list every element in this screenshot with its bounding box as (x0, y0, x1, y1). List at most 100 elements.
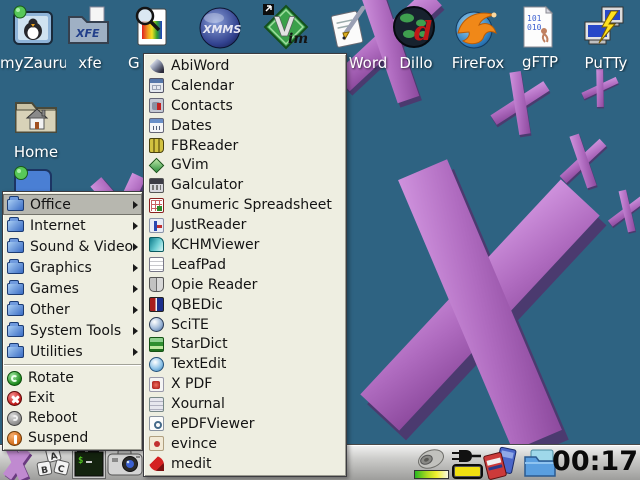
desktop-icon-abiword[interactable] (324, 3, 372, 51)
menu-item-label: AbiWord (171, 58, 229, 74)
image-viewer-icon (128, 3, 176, 51)
desktop-icon-label-putty: PuTTy (576, 54, 636, 72)
menu-item-label: Galculator (171, 177, 243, 193)
calendar-icon (149, 78, 164, 93)
menu-category-graphics[interactable]: Graphics (3, 257, 142, 278)
menu-category-utilities[interactable]: Utilities (3, 341, 142, 362)
menu-action-label: Reboot (28, 410, 77, 426)
desktop-icon-putty[interactable] (580, 3, 628, 51)
menu-item-dates[interactable]: Dates (144, 116, 346, 136)
taskbar-terminal-button[interactable]: $ (72, 446, 106, 480)
taskbar-keyboard-button[interactable]: A B C (35, 447, 73, 480)
submenu-arrow-icon (133, 285, 138, 293)
desktop-icon-partial[interactable] (12, 166, 54, 192)
xfe-icon: XFE (64, 3, 112, 51)
folder-icon (7, 241, 24, 253)
menu-category-system-tools[interactable]: System Tools (3, 320, 142, 341)
menu-item-scite[interactable]: SciTE (144, 315, 346, 335)
leafpad-notepad-icon (149, 257, 164, 272)
menu-action-suspend[interactable]: Suspend (3, 428, 142, 448)
submenu-arrow-icon (133, 327, 138, 335)
battery-level-bar[interactable] (452, 464, 483, 479)
menu-action-label: Suspend (28, 430, 88, 446)
desktop-icon-image-viewer[interactable] (128, 3, 176, 51)
contacts-icon (149, 98, 164, 113)
textedit-icon (149, 357, 164, 372)
menu-item-galculator[interactable]: Galculator (144, 175, 346, 195)
volume-level-bar[interactable] (414, 470, 449, 479)
desktop: XFE XMMS V im (0, 0, 640, 480)
menu-action-reboot[interactable]: Reboot (3, 408, 142, 428)
desktop-icon-label-home: Home (6, 143, 66, 161)
exit-icon (7, 391, 22, 406)
menu-category-label: Sound & Video (30, 239, 133, 255)
menu-item-contacts[interactable]: Contacts (144, 96, 346, 116)
menu-item-label: X PDF (171, 376, 212, 392)
taskbar-screenshot-button[interactable] (106, 449, 144, 480)
folder-icon (7, 346, 24, 358)
menu-item-gnumeric[interactable]: Gnumeric Spreadsheet (144, 195, 346, 215)
menu-action-rotate[interactable]: Rotate (3, 368, 142, 388)
calculator-icon (149, 178, 164, 193)
menu-item-label: QBEDic (171, 297, 223, 313)
gftp-icon: 101 010 (514, 3, 562, 51)
menu-item-stardict[interactable]: StarDict (144, 334, 346, 354)
menu-category-games[interactable]: Games (3, 278, 142, 299)
folder-icon (7, 304, 24, 316)
submenu-arrow-icon (133, 348, 138, 356)
menu-item-label: Dates (171, 118, 212, 134)
menu-item-leafpad[interactable]: LeafPad (144, 255, 346, 275)
menu-item-epdfviewer[interactable]: ePDFViewer (144, 414, 346, 434)
open-book-icon (149, 277, 164, 292)
menu-item-fbreader[interactable]: FBReader (144, 136, 346, 156)
justreader-icon (149, 218, 164, 233)
menu-item-calendar[interactable]: Calendar (144, 76, 346, 96)
menu-item-gvim[interactable]: GVim (144, 155, 346, 175)
desktop-icon-gftp[interactable]: 101 010 (514, 3, 562, 51)
desktop-icon-label-abiword: Word (346, 54, 390, 72)
menu-item-textedit[interactable]: TextEdit (144, 354, 346, 374)
desktop-icon-vim[interactable]: V im (262, 3, 310, 51)
submenu-arrow-icon (133, 201, 138, 209)
desktop-icon-myzaurus[interactable] (8, 3, 56, 51)
menu-action-label: Exit (28, 390, 55, 406)
taskbar-clock: 00:17 (552, 446, 638, 477)
menu-item-justreader[interactable]: JustReader (144, 215, 346, 235)
menu-item-xpdf[interactable]: X PDF (144, 374, 346, 394)
start-menu: Office Internet Sound & Video Graphics G… (2, 191, 143, 451)
menu-item-label: Opie Reader (171, 277, 257, 293)
svg-text:im: im (288, 31, 308, 47)
dates-icon (149, 118, 164, 133)
abiword-icon (324, 3, 372, 51)
scite-globe-icon (149, 317, 164, 332)
menu-item-xournal[interactable]: Xournal (144, 394, 346, 414)
menu-item-opie-reader[interactable]: Opie Reader (144, 275, 346, 295)
menu-category-office[interactable]: Office (3, 194, 142, 215)
desktop-icon-xmms[interactable]: XMMS (196, 3, 244, 51)
menu-item-qbedic[interactable]: QBEDic (144, 295, 346, 315)
menu-category-label: Internet (30, 218, 86, 234)
menu-item-medit[interactable]: medit (144, 454, 346, 474)
menu-item-label: medit (171, 456, 212, 472)
menu-category-sound-video[interactable]: Sound & Video (3, 236, 142, 257)
menu-action-exit[interactable]: Exit (3, 388, 142, 408)
menu-item-abiword[interactable]: AbiWord (144, 56, 346, 76)
desktop-icon-dillo[interactable]: d (390, 3, 438, 51)
menu-category-other[interactable]: Other (3, 299, 142, 320)
taskbar-launcher-x[interactable] (1, 446, 33, 480)
menu-item-evince[interactable]: evince (144, 434, 346, 454)
menu-item-label: TextEdit (171, 356, 226, 372)
svg-text:XFE: XFE (75, 27, 100, 40)
kchmviewer-icon (149, 237, 164, 252)
desktop-icon-label-myzaurus: myZaurus (0, 54, 66, 72)
desktop-icon-home[interactable] (12, 90, 60, 138)
power-plug-icon (452, 448, 482, 464)
desktop-icon-label-image-viewer: G (128, 54, 143, 72)
submenu-arrow-icon (133, 243, 138, 251)
menu-category-internet[interactable]: Internet (3, 215, 142, 236)
menu-item-kchmviewer[interactable]: KCHMViewer (144, 235, 346, 255)
desktop-icon-xfe[interactable]: XFE (64, 3, 112, 51)
menu-category-label: Utilities (30, 344, 83, 360)
tray-memory-cards[interactable] (482, 446, 522, 480)
desktop-icon-firefox[interactable] (452, 3, 500, 51)
